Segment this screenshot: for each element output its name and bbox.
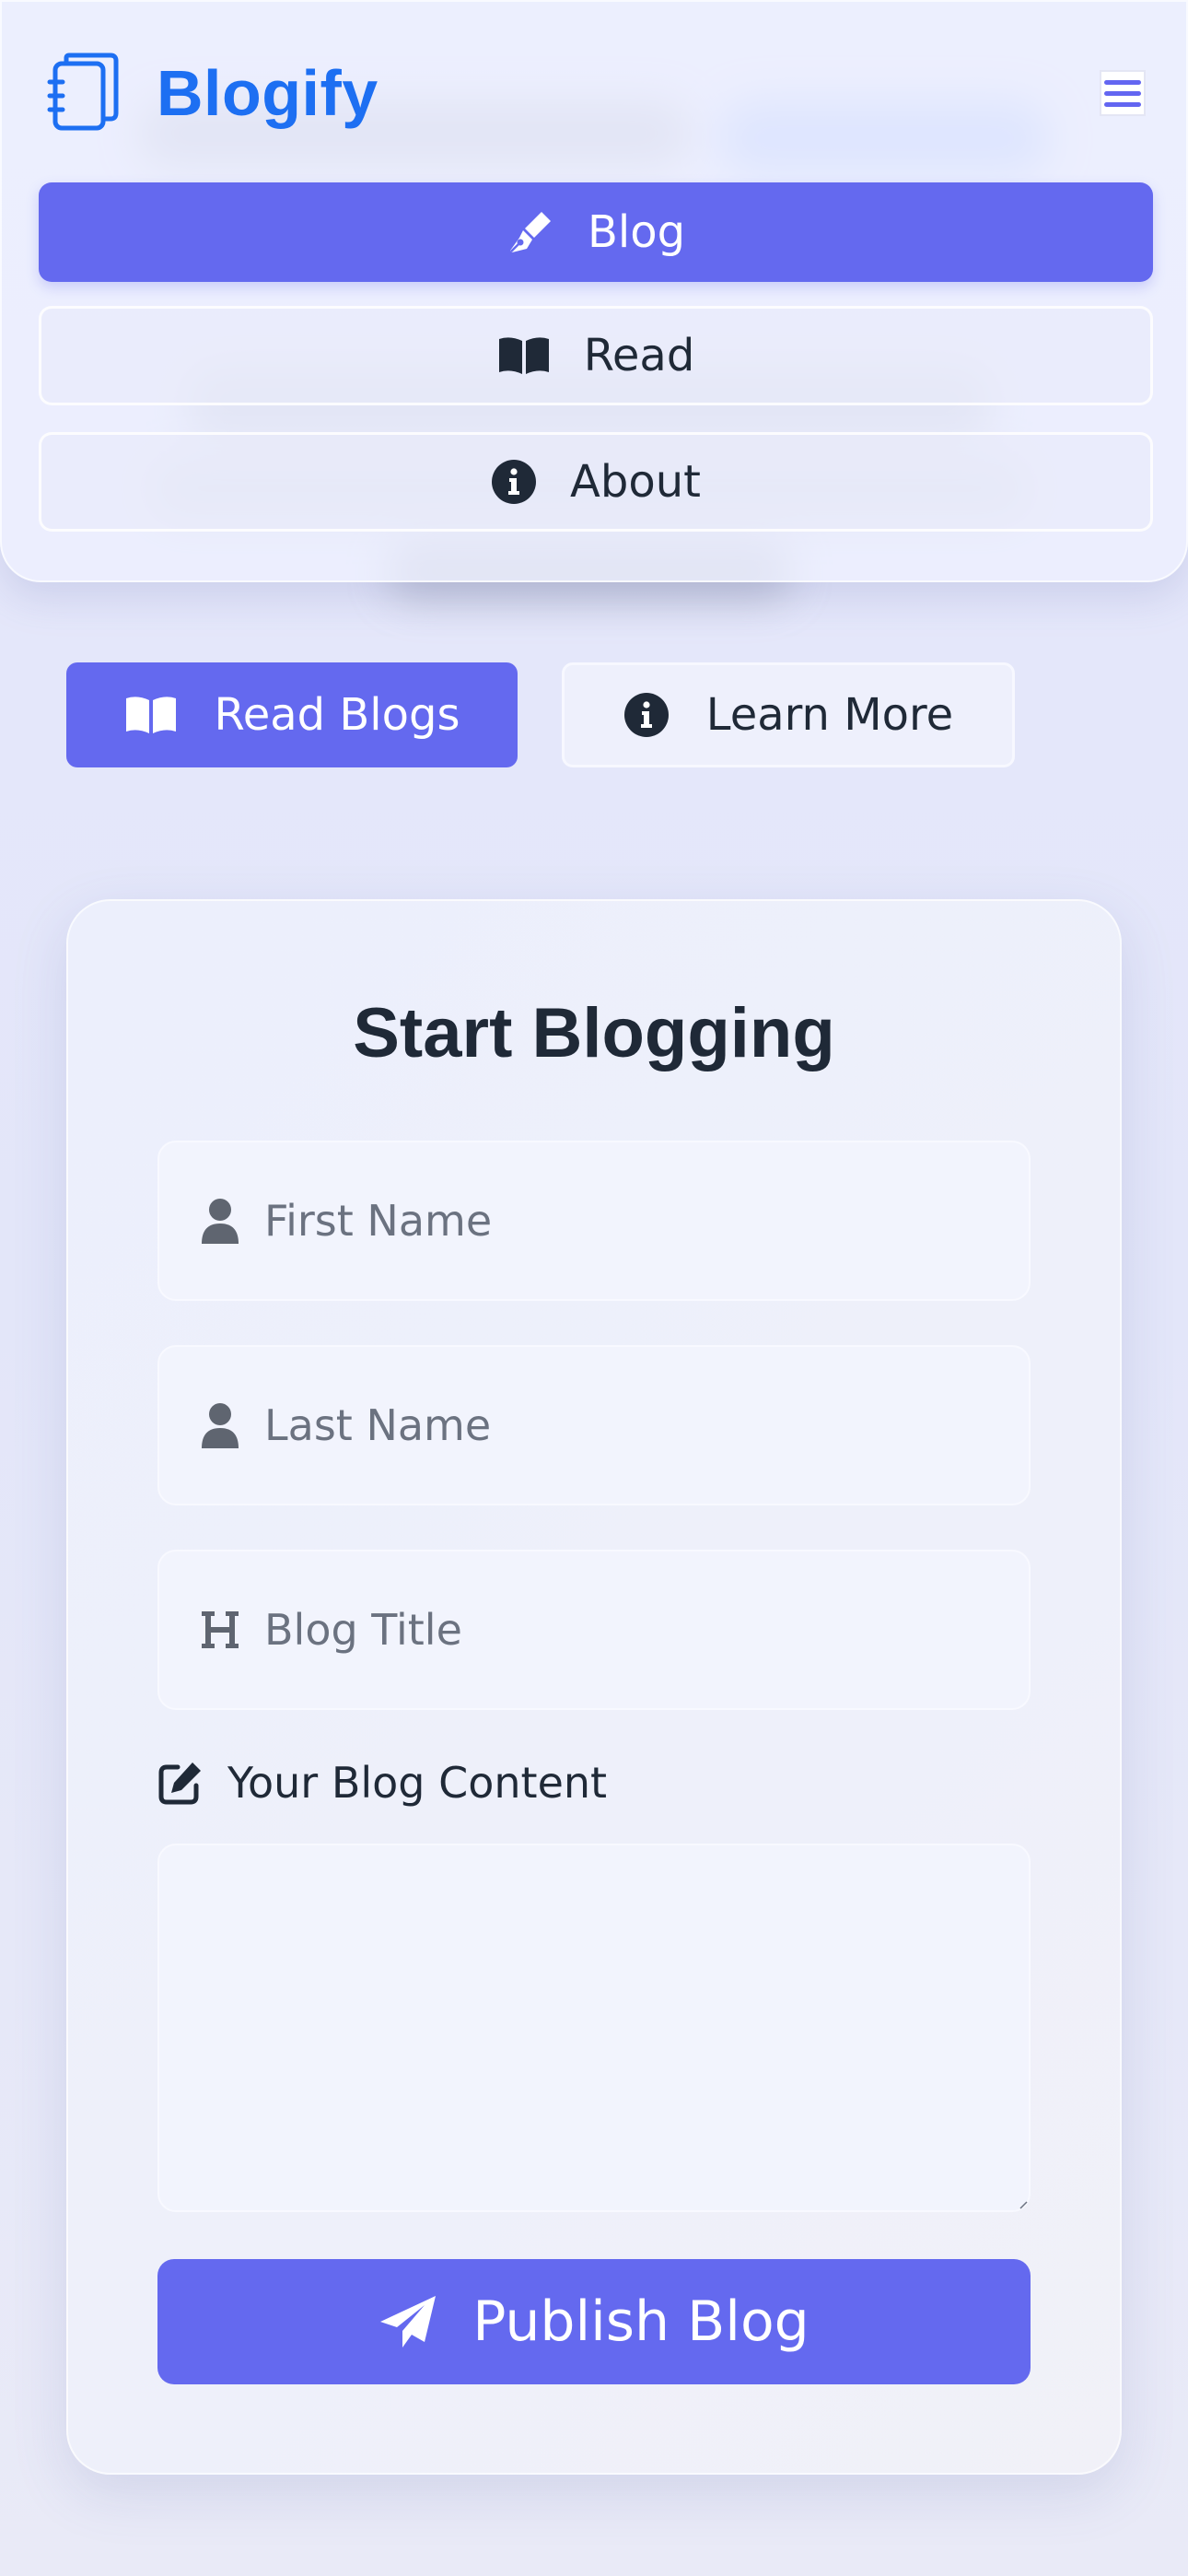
info-circle-icon — [492, 460, 537, 504]
logo[interactable]: Blogify — [46, 53, 379, 134]
heading-icon — [192, 1609, 248, 1651]
pen-nib-icon — [509, 212, 551, 252]
blog-content-textarea[interactable] — [157, 1844, 1031, 2212]
learn-more-button[interactable]: Learn More — [562, 662, 1015, 767]
last-name-field[interactable] — [157, 1345, 1031, 1505]
hamburger-menu-button[interactable] — [1100, 70, 1146, 116]
content-label: Your Blog Content — [157, 1758, 607, 1808]
blog-title-field[interactable] — [157, 1550, 1031, 1710]
read-blogs-button[interactable]: Read Blogs — [66, 662, 518, 767]
book-open-icon — [498, 337, 549, 374]
last-name-input[interactable] — [264, 1400, 1019, 1450]
learn-more-label: Learn More — [705, 689, 954, 741]
hamburger-line — [1104, 79, 1141, 85]
notebook-logo-icon — [47, 53, 119, 131]
nav-item-label: About — [570, 456, 701, 508]
read-blogs-label: Read Blogs — [214, 689, 460, 741]
nav-dropdown-panel: Blogify Blog Read About — [0, 0, 1188, 582]
first-name-input[interactable] — [264, 1196, 1019, 1246]
blog-title-input[interactable] — [264, 1605, 1019, 1655]
hamburger-line — [1104, 101, 1141, 107]
nav-item-about[interactable]: About — [39, 432, 1153, 532]
publish-label: Publish Blog — [472, 2289, 809, 2354]
nav-item-label: Blog — [587, 206, 686, 258]
content-label-text: Your Blog Content — [227, 1758, 608, 1808]
nav-item-label: Read — [583, 330, 695, 381]
edit-icon — [158, 1762, 201, 1805]
hamburger-line — [1104, 90, 1141, 96]
user-icon — [192, 1402, 248, 1448]
book-open-icon — [125, 697, 176, 733]
paper-plane-icon — [380, 2296, 437, 2348]
nav-item-blog[interactable]: Blog — [39, 182, 1153, 282]
publish-blog-button[interactable]: Publish Blog — [157, 2259, 1031, 2384]
brand-name: Blogify — [157, 57, 379, 129]
resize-grip-icon[interactable] — [1019, 2200, 1028, 2209]
nav-item-read[interactable]: Read — [39, 306, 1153, 405]
info-circle-icon — [623, 693, 669, 737]
user-icon — [192, 1198, 248, 1244]
form-title: Start Blogging — [353, 994, 835, 1072]
first-name-field[interactable] — [157, 1141, 1031, 1301]
header: Blogify — [46, 52, 1146, 135]
